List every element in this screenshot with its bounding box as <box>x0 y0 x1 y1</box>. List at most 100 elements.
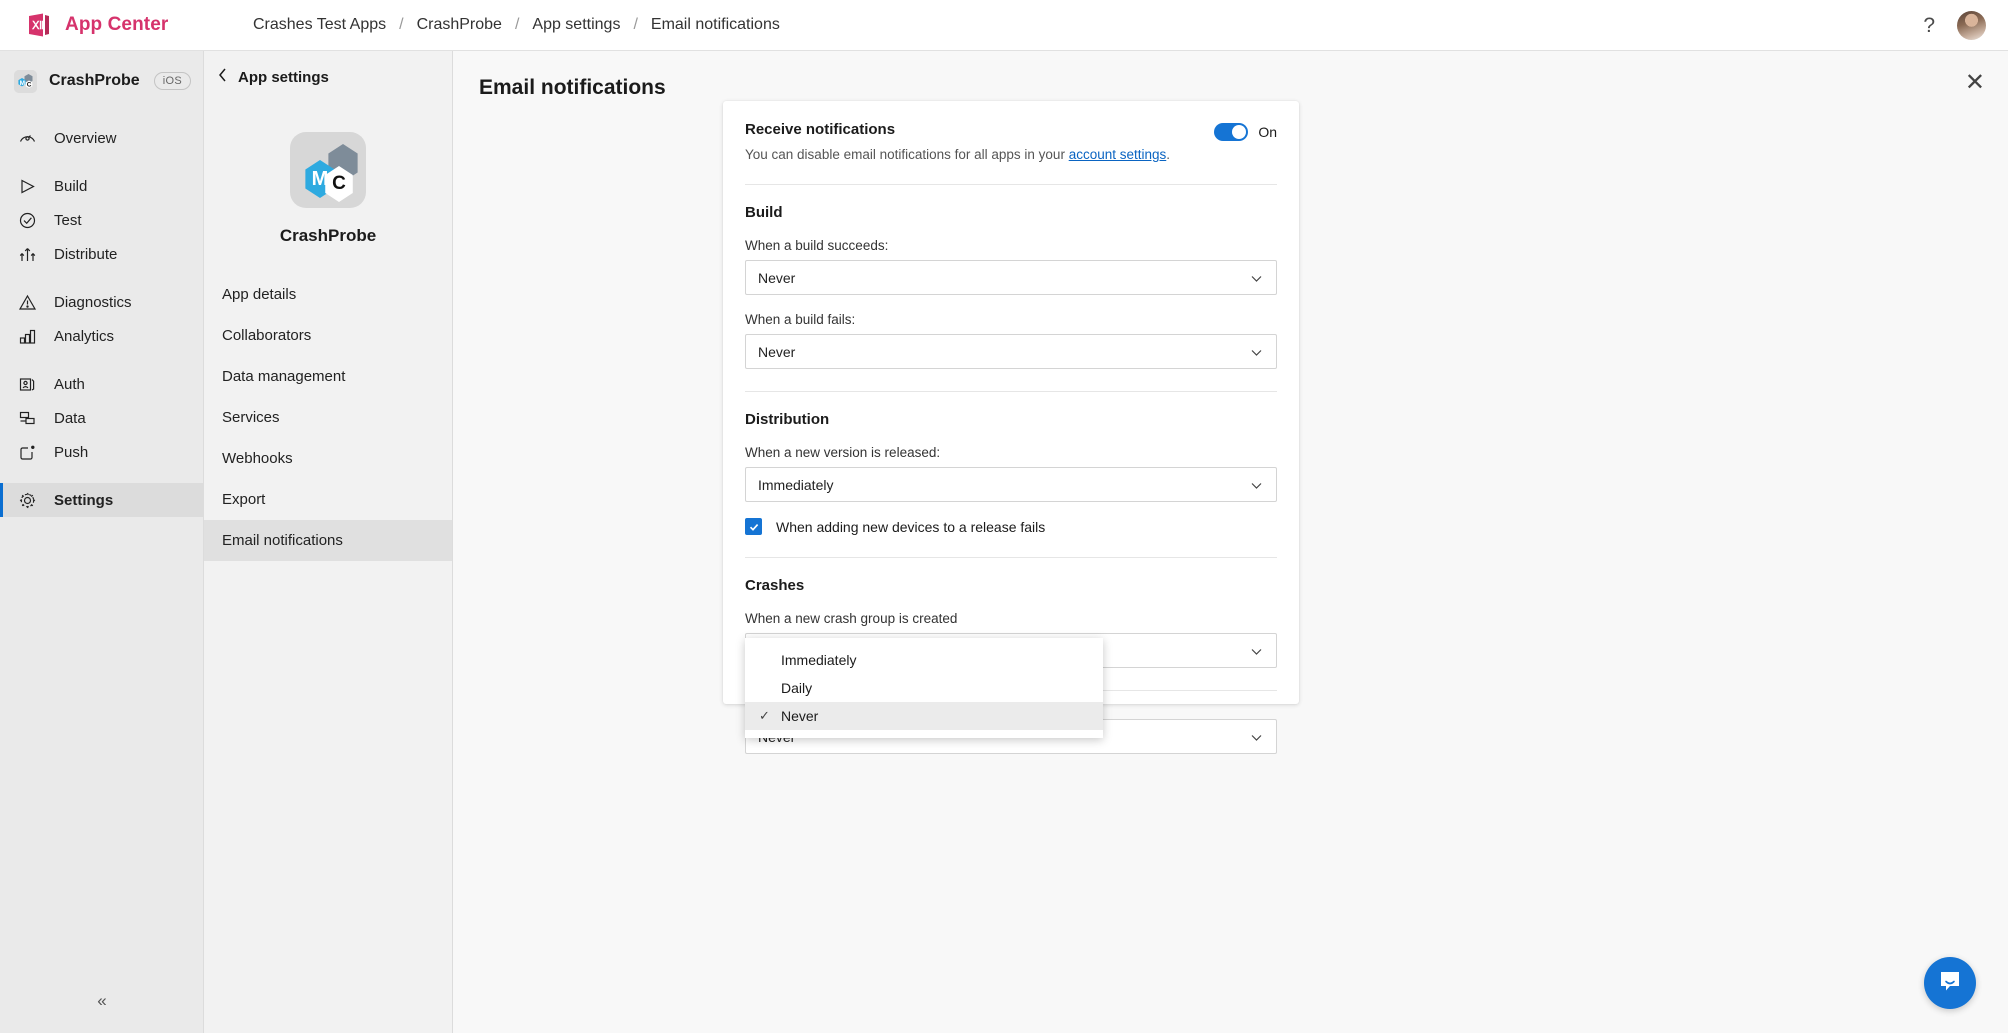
dropdown-option-label: Immediately <box>781 652 856 668</box>
sidebar-app-name: CrashProbe <box>49 72 142 90</box>
sidebar-item-data[interactable]: Data <box>0 401 203 435</box>
database-icon <box>17 408 38 429</box>
panel-item-label: App details <box>222 286 296 303</box>
account-settings-link[interactable]: account settings <box>1069 147 1167 162</box>
gear-icon <box>17 490 38 511</box>
collapse-sidebar-button[interactable]: « <box>0 991 204 1011</box>
sidebar-item-overview[interactable]: Overview <box>0 121 203 155</box>
breadcrumb-separator: / <box>633 16 637 34</box>
top-bar: Ⅻ App Center Crashes Test Apps / CrashPr… <box>0 0 2008 51</box>
sidebar-item-push[interactable]: Push <box>0 435 203 469</box>
sidebar-item-analytics[interactable]: Analytics <box>0 319 203 353</box>
receive-notifications-title: Receive notifications <box>745 121 1214 138</box>
svg-text:Ⅻ: Ⅻ <box>31 20 44 32</box>
crash-group-dropdown-menu[interactable]: Immediately Daily ✓ Never <box>745 638 1103 738</box>
question-mark-icon[interactable]: ? <box>1923 15 1935 36</box>
checkbox-checked-icon[interactable] <box>745 518 762 535</box>
panel-item-export[interactable]: Export <box>204 479 452 520</box>
chevron-down-icon <box>1250 731 1263 747</box>
breadcrumb-item-0[interactable]: Crashes Test Apps <box>253 16 386 34</box>
chevron-down-icon <box>1250 346 1263 362</box>
app-settings-menu: App details Collaborators Data managemen… <box>204 274 452 561</box>
panel-item-collaborators[interactable]: Collaborators <box>204 315 452 356</box>
sidebar-item-build[interactable]: Build <box>0 169 203 203</box>
dropdown-option-daily[interactable]: Daily <box>745 674 1103 702</box>
dropdown-option-never[interactable]: ✓ Never <box>745 702 1103 730</box>
panel-item-services[interactable]: Services <box>204 397 452 438</box>
os-badge: iOS <box>154 72 191 90</box>
toggle-state-label: On <box>1258 124 1277 140</box>
field-label: When a build fails: <box>745 312 1277 327</box>
app-icon-large: M C <box>290 132 366 208</box>
section-build: Build When a build succeeds: Never When … <box>745 185 1277 369</box>
checkbox-label: When adding new devices to a release fai… <box>776 519 1045 535</box>
new-version-released-select[interactable]: Immediately <box>745 467 1277 502</box>
brand-name: App Center <box>65 14 168 36</box>
breadcrumb-separator: / <box>399 16 403 34</box>
dropdown-option-immediately[interactable]: Immediately <box>745 646 1103 674</box>
sidebar-item-label: Settings <box>54 492 113 509</box>
back-label: App settings <box>238 69 329 86</box>
chevron-down-icon <box>1250 645 1263 661</box>
panel-item-data-management[interactable]: Data management <box>204 356 452 397</box>
receive-notifications-toggle-wrap: On <box>1214 121 1277 141</box>
field-label: When a build succeeds: <box>745 238 1277 253</box>
panel-item-webhooks[interactable]: Webhooks <box>204 438 452 479</box>
back-to-app-settings[interactable]: App settings <box>204 51 452 86</box>
breadcrumb: Crashes Test Apps / CrashProbe / App set… <box>253 16 780 34</box>
receive-notifications-row: Receive notifications You can disable em… <box>745 101 1277 162</box>
field-label: When a new version is released: <box>745 445 1277 460</box>
sidebar-app-header[interactable]: M C CrashProbe iOS <box>0 55 203 107</box>
sidebar-item-label: Analytics <box>54 328 114 345</box>
receive-notifications-toggle[interactable] <box>1214 123 1248 141</box>
sidebar-item-label: Build <box>54 178 87 195</box>
panel-item-email-notifications[interactable]: Email notifications <box>204 520 452 561</box>
panel-item-label: Data management <box>222 368 345 385</box>
adding-devices-fails-checkbox-row[interactable]: When adding new devices to a release fai… <box>745 518 1277 535</box>
check-circle-icon <box>17 210 38 231</box>
panel-item-app-details[interactable]: App details <box>204 274 452 315</box>
app-center-logo-icon: Ⅻ <box>26 12 52 38</box>
receive-notifications-description: You can disable email notifications for … <box>745 147 1214 162</box>
panel-app-name: CrashProbe <box>204 226 452 246</box>
section-distribution: Distribution When a new version is relea… <box>745 392 1277 535</box>
sidebar-item-distribute[interactable]: Distribute <box>0 237 203 271</box>
breadcrumb-separator: / <box>515 16 519 34</box>
left-sidebar: M C CrashProbe iOS Overview Build <box>0 51 204 1033</box>
avatar[interactable] <box>1957 11 1986 40</box>
close-icon[interactable]: ✕ <box>1965 71 1985 95</box>
collapse-chevrons-icon: « <box>97 991 106 1011</box>
chevron-left-icon <box>218 68 227 86</box>
chevron-down-icon <box>1250 272 1263 288</box>
desc-text-before: You can disable email notifications for … <box>745 147 1069 162</box>
svg-text:C: C <box>27 81 32 88</box>
intercom-chat-button[interactable] <box>1924 957 1976 1009</box>
section-title: Build <box>745 204 1277 221</box>
app-settings-panel: App settings M C CrashProbe App details … <box>204 51 453 1033</box>
build-succeeds-select[interactable]: Never <box>745 260 1277 295</box>
sidebar-item-settings[interactable]: Settings <box>0 483 203 517</box>
select-value: Never <box>758 270 795 286</box>
sidebar-item-auth[interactable]: Auth <box>0 367 203 401</box>
section-title: Crashes <box>745 577 1277 594</box>
section-title: Distribution <box>745 411 1277 428</box>
select-value: Immediately <box>758 477 833 493</box>
brand[interactable]: Ⅻ App Center <box>0 12 253 38</box>
sidebar-item-test[interactable]: Test <box>0 203 203 237</box>
nav-group-services: Auth Data Push <box>0 367 203 469</box>
warning-triangle-icon <box>17 292 38 313</box>
nav-group-insights: Diagnostics Analytics <box>0 285 203 353</box>
sidebar-item-label: Diagnostics <box>54 294 132 311</box>
desc-text-after: . <box>1166 147 1170 162</box>
build-fails-select[interactable]: Never <box>745 334 1277 369</box>
breadcrumb-item-1[interactable]: CrashProbe <box>417 16 502 34</box>
check-icon: ✓ <box>759 708 781 724</box>
field-label: When a new crash group is created <box>745 611 1277 626</box>
top-bar-actions: ? <box>1923 0 1986 51</box>
sidebar-item-diagnostics[interactable]: Diagnostics <box>0 285 203 319</box>
main-content: Email notifications ✕ Receive notificati… <box>453 51 2008 1033</box>
push-icon <box>17 442 38 463</box>
chevron-down-icon <box>1250 479 1263 495</box>
breadcrumb-item-2[interactable]: App settings <box>532 16 620 34</box>
sidebar-item-label: Auth <box>54 376 85 393</box>
